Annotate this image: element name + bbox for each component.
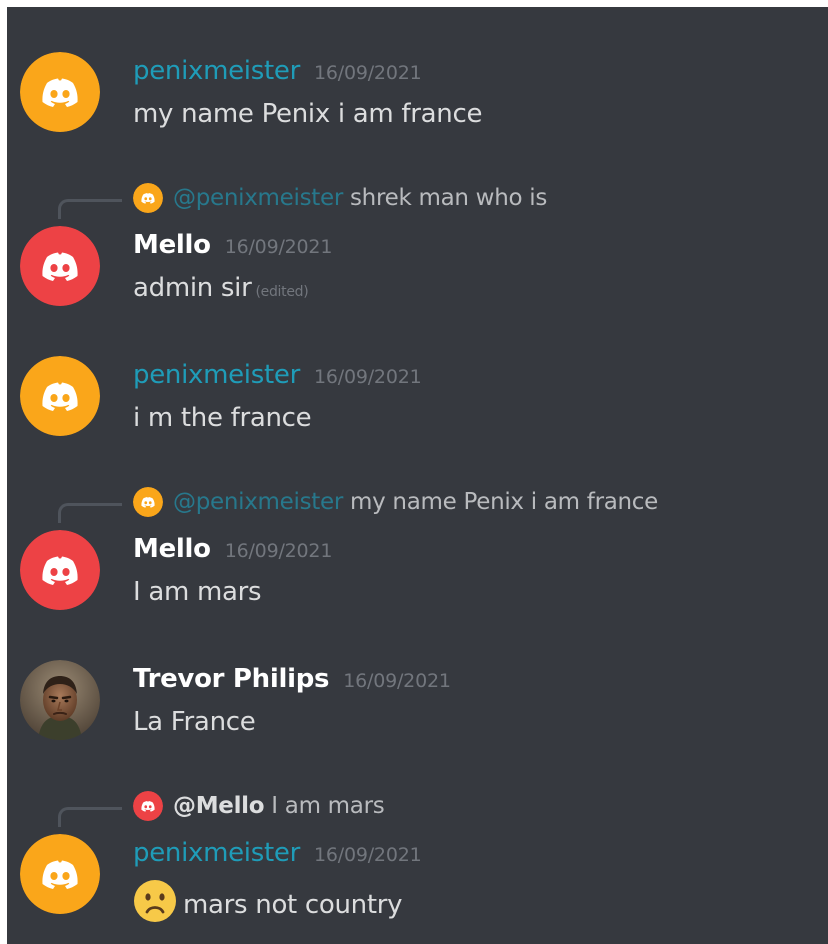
chat-message-list: penixmeister 16/09/2021 my name Penix i a…	[7, 7, 828, 944]
message-header: Mello 16/09/2021	[133, 532, 332, 566]
username[interactable]: penixmeister	[133, 56, 300, 86]
timestamp[interactable]: 16/09/2021	[314, 62, 422, 84]
username[interactable]: penixmeister	[133, 838, 300, 868]
discord-logo-icon	[133, 183, 163, 213]
timestamp[interactable]: 16/09/2021	[343, 670, 451, 692]
timestamp[interactable]: 16/09/2021	[314, 844, 422, 866]
avatar[interactable]	[20, 660, 100, 740]
message-header: penixmeister 16/09/2021	[133, 836, 422, 870]
reply-preview[interactable]: @Mello I am mars	[7, 787, 828, 827]
discord-logo-icon	[20, 52, 100, 132]
avatar[interactable]	[20, 356, 100, 436]
reply-spine	[58, 807, 122, 827]
username[interactable]: Mello	[133, 230, 211, 260]
message-header: Mello 16/09/2021	[133, 228, 332, 262]
reply-content: my name Penix i am france	[350, 489, 658, 515]
frowning-face-icon	[133, 879, 177, 923]
message-text: mars not country	[183, 890, 403, 920]
message-text-line: mars not country	[133, 879, 403, 922]
timestamp[interactable]: 16/09/2021	[225, 540, 333, 562]
avatar[interactable]	[20, 52, 100, 132]
message-header: Trevor Philips 16/09/2021	[133, 662, 451, 696]
message-text: i m the france	[133, 403, 312, 433]
reply-mention[interactable]: @Mello	[173, 793, 265, 819]
reply-spine	[58, 503, 122, 523]
profile-photo	[20, 660, 100, 740]
reply-avatar	[133, 791, 163, 821]
message-header: penixmeister 16/09/2021	[133, 358, 422, 392]
discord-logo-icon	[20, 530, 100, 610]
reply-avatar	[133, 487, 163, 517]
reply-content: I am mars	[271, 793, 385, 819]
discord-logo-icon	[133, 487, 163, 517]
discord-logo-icon	[20, 226, 100, 306]
message-text: admin sir	[133, 273, 252, 303]
reply-content: shrek man who is	[350, 185, 548, 211]
edited-label: (edited)	[255, 284, 309, 300]
reply-preview[interactable]: @penixmeister shrek man who is	[7, 179, 828, 219]
message-text-line: admin sir (edited)	[133, 271, 309, 305]
message-header: penixmeister 16/09/2021	[133, 54, 422, 88]
avatar[interactable]	[20, 530, 100, 610]
discord-logo-icon	[133, 791, 163, 821]
reply-text[interactable]: @Mello I am mars	[173, 789, 385, 823]
reply-spine	[58, 199, 122, 219]
username[interactable]: penixmeister	[133, 360, 300, 390]
reply-mention[interactable]: @penixmeister	[173, 185, 343, 211]
reply-text[interactable]: @penixmeister my name Penix i am france	[173, 485, 658, 519]
timestamp[interactable]: 16/09/2021	[225, 236, 333, 258]
avatar[interactable]	[20, 226, 100, 306]
avatar[interactable]	[20, 834, 100, 914]
reply-text[interactable]: @penixmeister shrek man who is	[173, 181, 547, 215]
reply-avatar	[133, 183, 163, 213]
discord-logo-icon	[20, 834, 100, 914]
message-text: La France	[133, 707, 256, 737]
message-text: my name Penix i am france	[133, 99, 483, 129]
discord-logo-icon	[20, 356, 100, 436]
reply-preview[interactable]: @penixmeister my name Penix i am france	[7, 483, 828, 523]
message-text: I am mars	[133, 577, 262, 607]
username[interactable]: Trevor Philips	[133, 664, 330, 694]
timestamp[interactable]: 16/09/2021	[314, 366, 422, 388]
reply-mention[interactable]: @penixmeister	[173, 489, 343, 515]
username[interactable]: Mello	[133, 534, 211, 564]
